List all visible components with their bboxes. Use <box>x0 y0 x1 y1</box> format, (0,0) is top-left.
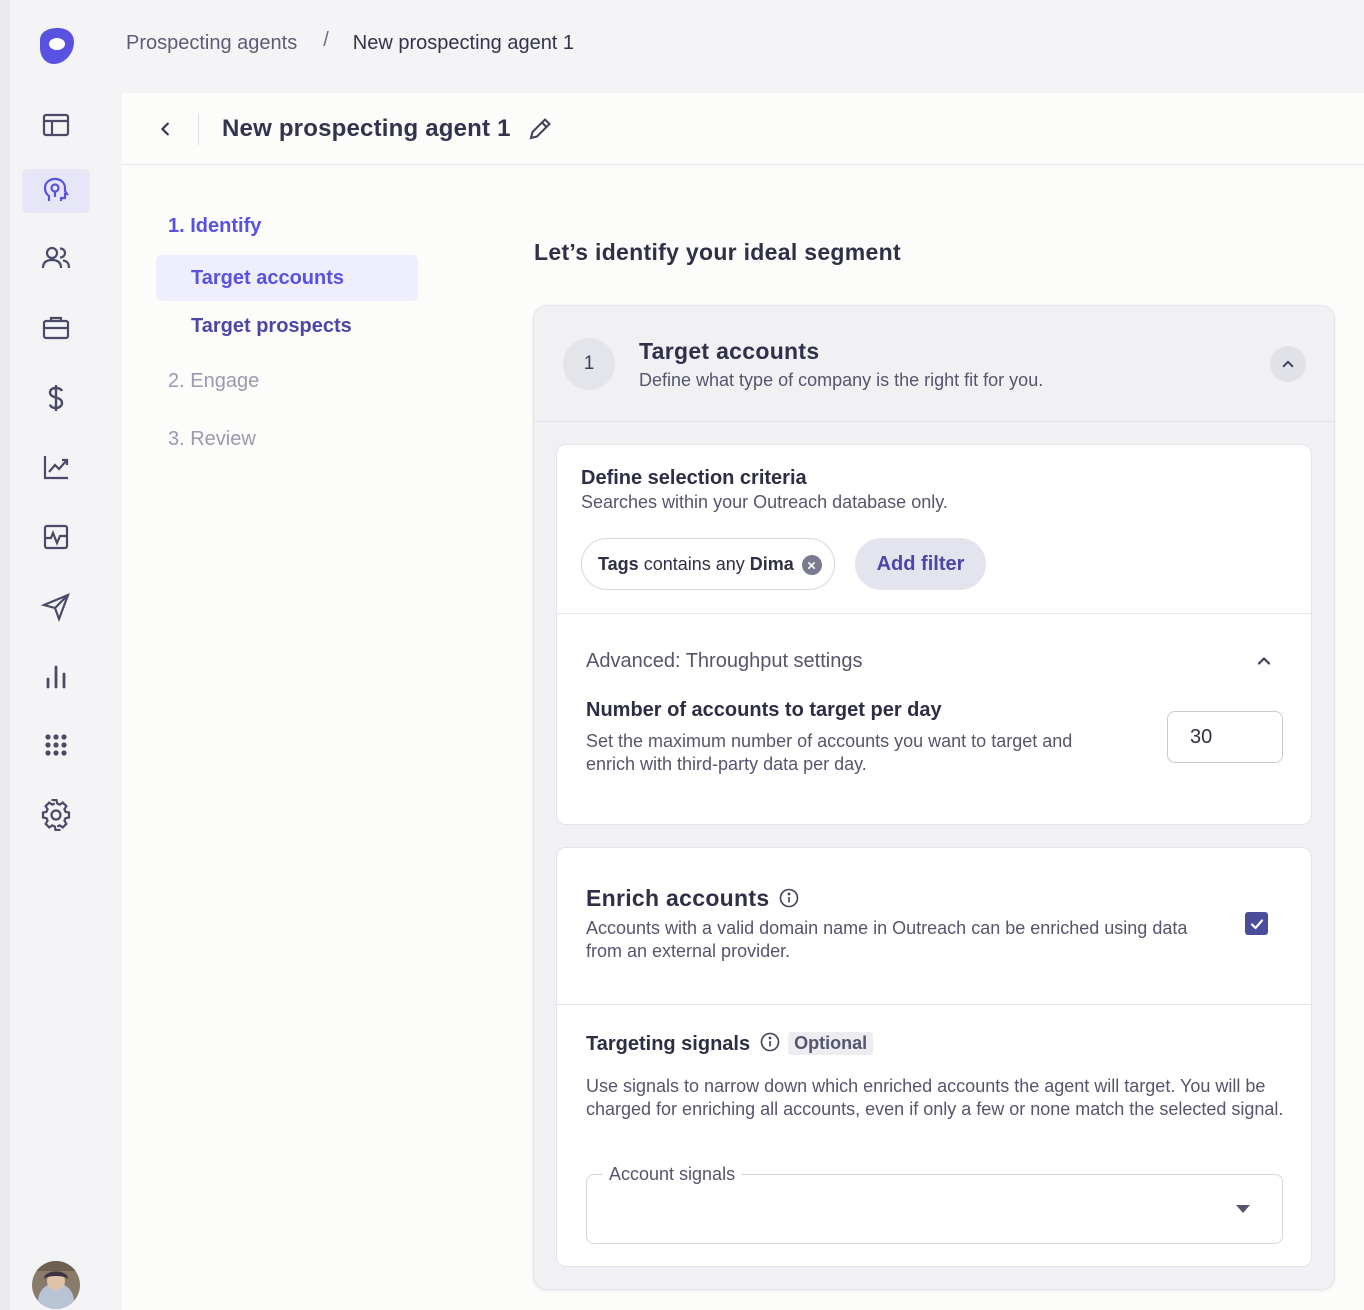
card-subtitle: Define what type of company is the right… <box>639 370 1044 390</box>
nav-accounts[interactable] <box>22 306 90 350</box>
layout-icon <box>42 113 70 137</box>
nav-sequences[interactable] <box>22 585 90 629</box>
selection-criteria-box: Define selection criteria Searches withi… <box>556 444 1312 825</box>
nav-layout[interactable] <box>22 103 90 147</box>
target-accounts-card: 1 Target accounts Define what type of co… <box>533 305 1335 1290</box>
pencil-icon <box>529 118 551 140</box>
nav-reports[interactable] <box>22 655 90 699</box>
chevron-left-icon <box>161 122 169 136</box>
breadcrumb: Prospecting agents / New prospecting age… <box>126 29 575 55</box>
enrich-box: Enrich accounts Accounts with a valid do… <box>556 847 1312 1267</box>
edit-title-button[interactable] <box>526 115 554 143</box>
step-identify[interactable]: 1. Identify <box>168 215 261 238</box>
send-icon <box>40 593 70 623</box>
chip-field: Tags <box>598 553 639 574</box>
outreach-logo[interactable] <box>34 24 78 68</box>
people-icon <box>41 246 71 269</box>
dollar-icon <box>48 385 64 411</box>
bar-chart-icon <box>46 665 66 689</box>
signals-desc: Use signals to narrow down which enriche… <box>586 1076 1284 1119</box>
remove-filter-icon[interactable] <box>801 555 822 575</box>
pulse-icon <box>43 524 69 550</box>
briefcase-icon <box>42 316 70 340</box>
window-edge <box>0 0 10 1310</box>
chip-operator: contains any <box>643 553 745 574</box>
throughput-setting-title: Number of accounts to target per day <box>586 699 942 721</box>
chevron-up-icon[interactable] <box>1254 651 1274 671</box>
criteria-title: Define selection criteria <box>581 467 807 489</box>
info-icon[interactable] <box>779 888 799 908</box>
criteria-subtitle: Searches within your Outreach database o… <box>581 492 948 512</box>
signals-title-text: Targeting signals <box>586 1033 751 1055</box>
signals-title: Targeting signals Optional <box>586 1032 874 1056</box>
info-icon[interactable] <box>760 1032 780 1052</box>
substep-target-prospects[interactable]: Target prospects <box>156 303 418 349</box>
collapse-card-button[interactable] <box>1270 346 1306 382</box>
filter-chip[interactable]: Tags contains any Dima <box>581 538 835 590</box>
section-heading: Let’s identify your ideal segment <box>534 239 901 265</box>
caret-down-icon <box>1236 1205 1250 1213</box>
nav-prospecting-agents[interactable] <box>22 169 90 213</box>
advanced-settings-toggle[interactable]: Advanced: Throughput settings <box>586 650 862 673</box>
nav-deals[interactable] <box>22 376 90 420</box>
trending-icon <box>43 456 69 480</box>
apps-grid-icon <box>45 734 67 756</box>
user-avatar[interactable] <box>32 1261 80 1309</box>
enrich-divider <box>557 1004 1311 1005</box>
page-title: New prospecting agent 1 <box>222 115 511 142</box>
chevron-up-icon <box>1282 360 1294 368</box>
enrich-checkbox[interactable] <box>1245 912 1268 935</box>
optional-badge: Optional <box>788 1032 874 1055</box>
checkmark-icon <box>1250 918 1263 929</box>
nav-settings[interactable] <box>22 793 90 837</box>
accounts-per-day-input[interactable]: 30 <box>1167 711 1283 763</box>
select-label: Account signals <box>603 1164 742 1185</box>
add-filter-button[interactable]: Add filter <box>855 538 986 590</box>
enrich-desc: Accounts with a valid domain name in Out… <box>586 918 1188 961</box>
account-signals-select[interactable]: Account signals <box>586 1164 1283 1244</box>
nav-analytics[interactable] <box>22 445 90 489</box>
brain-icon <box>43 177 70 201</box>
throughput-setting-desc: Set the maximum number of accounts you w… <box>586 731 1073 774</box>
agent-editor-panel: New prospecting agent 1 1. Identify Targ… <box>122 93 1364 1310</box>
nav-apps[interactable] <box>22 723 90 767</box>
nav-people[interactable] <box>22 236 90 280</box>
step-engage[interactable]: 2. Engage <box>168 370 259 393</box>
card-title: Target accounts <box>639 338 820 364</box>
card-header[interactable]: 1 Target accounts Define what type of co… <box>534 306 1334 422</box>
criteria-divider <box>557 613 1311 614</box>
panel-header: New prospecting agent 1 <box>122 93 1364 165</box>
left-nav-rail <box>10 0 122 1310</box>
gear-icon <box>41 799 71 831</box>
enrich-title-text: Enrich accounts <box>586 885 770 911</box>
breadcrumb-parent-link[interactable]: Prospecting agents <box>126 32 297 55</box>
enrich-title: Enrich accounts <box>586 885 799 912</box>
chip-value: Dima <box>749 553 794 574</box>
breadcrumb-current: New prospecting agent 1 <box>352 32 575 54</box>
step-number-badge: 1 <box>563 338 615 390</box>
header-divider <box>198 113 199 145</box>
nav-activity[interactable] <box>22 515 90 559</box>
back-button[interactable] <box>152 115 180 143</box>
substep-target-accounts[interactable]: Target accounts <box>156 255 418 301</box>
breadcrumb-separator: / <box>323 29 329 51</box>
step-review[interactable]: 3. Review <box>168 428 256 451</box>
